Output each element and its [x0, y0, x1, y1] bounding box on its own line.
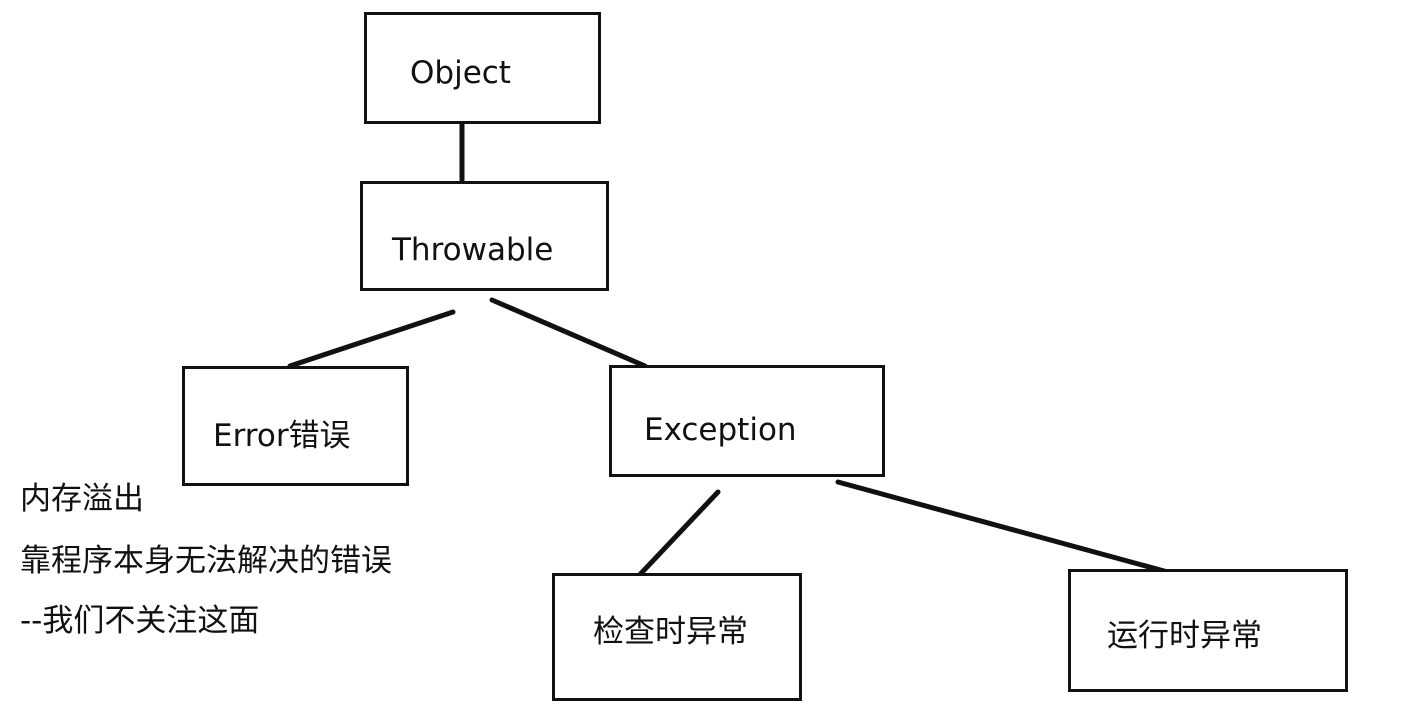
- runtime-exception-box: 运行时异常: [1068, 569, 1348, 692]
- error-label: Error错误: [213, 418, 351, 454]
- edge-exception-runtime: [835, 479, 1178, 577]
- edge-exception-checked: [627, 489, 721, 588]
- runtime-exception-label: 运行时异常: [1107, 618, 1262, 654]
- error-box: Error错误: [182, 366, 409, 486]
- checked-exception-label: 检查时异常: [593, 614, 748, 650]
- note-memory-overflow: 内存溢出: [20, 481, 144, 517]
- object-label: Object: [410, 55, 511, 91]
- throwable-label: Throwable: [392, 232, 554, 268]
- object-box: Object: [364, 12, 601, 124]
- edge-throwable-exception: [489, 297, 648, 369]
- note-not-concerned: --我们不关注这面: [20, 603, 260, 639]
- exception-box: Exception: [609, 365, 885, 477]
- note-unrecoverable-error: 靠程序本身无法解决的错误: [20, 543, 392, 579]
- edge-throwable-error: [287, 309, 456, 369]
- checked-exception-box: 检查时异常: [552, 573, 802, 701]
- exception-label: Exception: [644, 412, 797, 448]
- throwable-box: Throwable: [360, 181, 609, 291]
